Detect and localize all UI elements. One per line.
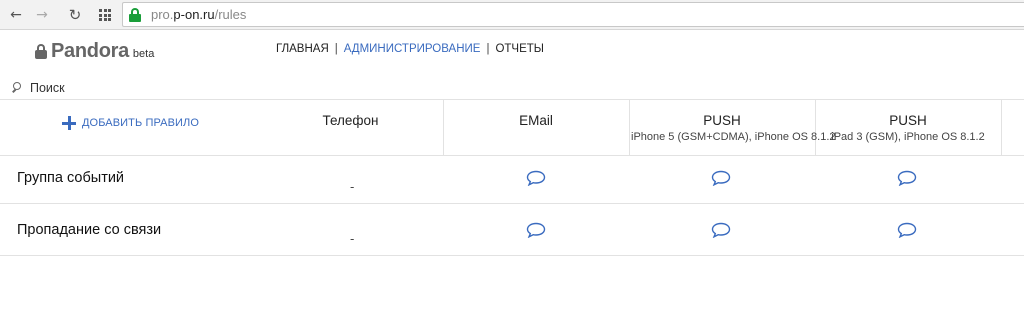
reload-icon[interactable]: ↻ [66, 6, 84, 24]
header-bottom-border [0, 155, 1024, 156]
speech-bubble-icon[interactable] [897, 222, 917, 238]
column-title: EMail [519, 113, 553, 128]
url-text: pro.p-on.ru/rules [151, 7, 247, 22]
column-title: PUSH [703, 113, 741, 128]
beta-badge: beta [132, 48, 155, 60]
nav-separator: | [334, 43, 338, 55]
logo-text: Pandora [51, 40, 129, 62]
logo-lock-icon [35, 44, 47, 59]
column-header-email: EMail [443, 113, 629, 128]
nav-reports[interactable]: ОТЧЕТЫ [495, 43, 544, 55]
plus-icon [62, 116, 76, 130]
column-divider [1001, 100, 1002, 155]
speech-bubble-icon[interactable] [711, 170, 731, 186]
table-top-border [0, 99, 1024, 100]
column-subtitle: iPhone 5 (GSM+CDMA), iPhone OS 8.1.2 [631, 131, 836, 143]
phone-cell-value: - [350, 232, 355, 246]
search-label: Поиск [30, 81, 65, 95]
apps-icon[interactable] [96, 6, 114, 24]
address-bar[interactable]: pro.p-on.ru/rules [122, 2, 1024, 27]
lock-icon [129, 8, 141, 22]
browser-toolbar: ← → ↻ pro.p-on.ru/rules [0, 0, 1024, 30]
forward-arrow-icon[interactable]: → [33, 6, 51, 24]
add-rule-label: ДОБАВИТЬ ПРАВИЛО [82, 117, 200, 129]
nav-main[interactable]: ГЛАВНАЯ [276, 43, 329, 55]
row-divider [0, 255, 1024, 256]
pandora-logo[interactable]: Pandora beta [35, 40, 154, 62]
row-label-event-group: Группа событий [17, 170, 125, 186]
speech-bubble-icon[interactable] [711, 222, 731, 238]
phone-cell-value: - [350, 180, 355, 194]
back-arrow-icon[interactable]: ← [7, 6, 25, 24]
column-title: PUSH [889, 113, 927, 128]
nav-separator: | [486, 43, 490, 55]
row-label-connection-loss: Пропадание со связи [17, 222, 162, 238]
search-icon [12, 82, 24, 94]
speech-bubble-icon[interactable] [526, 222, 546, 238]
column-header-push-iphone: PUSH iPhone 5 (GSM+CDMA), iPhone OS 8.1.… [629, 113, 836, 143]
row-divider [0, 203, 1024, 204]
column-header-push-ipad: PUSH iPad 3 (GSM), iPhone OS 8.1.2 [815, 113, 1001, 143]
column-title: Телефон [322, 113, 379, 128]
nav-administration[interactable]: АДМИНИСТРИРОВАНИЕ [344, 43, 481, 55]
top-navigation: ГЛАВНАЯ | АДМИНИСТРИРОВАНИЕ | ОТЧЕТЫ [276, 43, 544, 55]
speech-bubble-icon[interactable] [526, 170, 546, 186]
search-field[interactable]: Поиск [12, 80, 65, 96]
speech-bubble-icon[interactable] [897, 170, 917, 186]
add-rule-button[interactable]: ДОБАВИТЬ ПРАВИЛО [62, 116, 199, 130]
column-header-phone: Телефон [258, 113, 443, 128]
column-subtitle: iPad 3 (GSM), iPhone OS 8.1.2 [831, 131, 985, 143]
